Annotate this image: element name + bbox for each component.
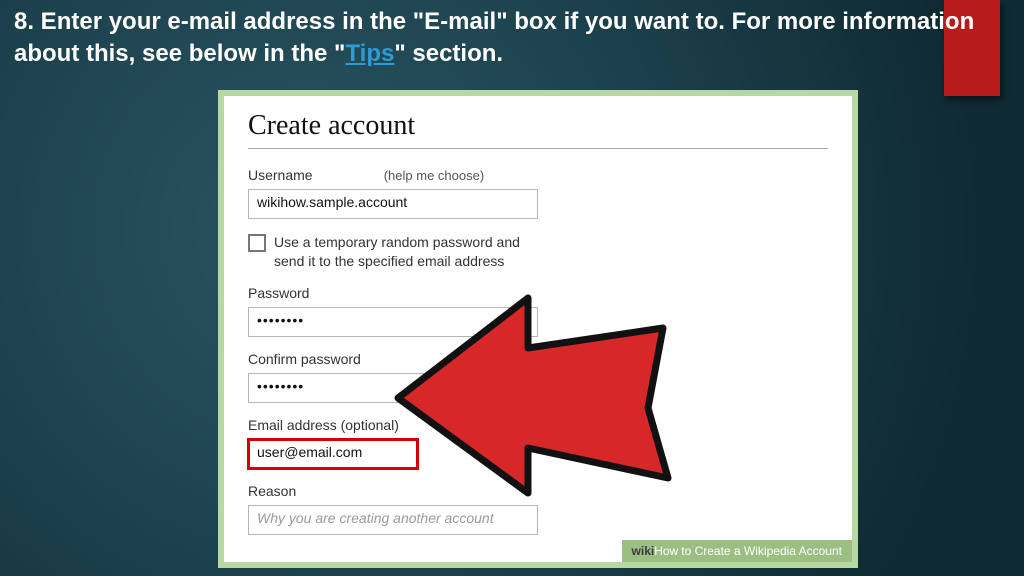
step-instruction: 8. Enter your e-mail address in the "E-m… bbox=[14, 6, 1010, 71]
brand: wikiHow bbox=[632, 544, 679, 558]
confirm-password-row: Confirm password •••••••• bbox=[248, 351, 828, 403]
create-account-form: Create account Username (help me choose)… bbox=[224, 96, 852, 562]
password-label: Password bbox=[248, 285, 309, 301]
instruction-text-suffix: " section. bbox=[394, 40, 503, 67]
confirm-password-label: Confirm password bbox=[248, 351, 361, 367]
tips-link[interactable]: Tips bbox=[345, 40, 394, 67]
email-row: Email address (optional) user@email.com bbox=[248, 417, 828, 469]
username-input[interactable]: wikihow.sample.account bbox=[248, 189, 538, 219]
email-input[interactable]: user@email.com bbox=[248, 439, 418, 469]
temp-password-row[interactable]: Use a temporary random password and send… bbox=[248, 233, 828, 271]
footer-tagline: to Create a Wikipedia Account bbox=[681, 544, 842, 558]
brand-light: How bbox=[654, 544, 678, 558]
reason-label: Reason bbox=[248, 483, 296, 499]
password-input[interactable]: •••••••• bbox=[248, 307, 538, 337]
username-help[interactable]: (help me choose) bbox=[384, 168, 484, 183]
confirm-password-input[interactable]: •••••••• bbox=[248, 373, 538, 403]
temp-password-checkbox[interactable] bbox=[248, 234, 266, 252]
email-label: Email address (optional) bbox=[248, 417, 399, 433]
form-title: Create account bbox=[248, 110, 828, 149]
username-label: Username bbox=[248, 167, 313, 183]
panel-footer: wikiHow to Create a Wikipedia Account bbox=[622, 540, 852, 562]
screenshot-panel: Create account Username (help me choose)… bbox=[218, 90, 858, 568]
password-row: Password •••••••• bbox=[248, 285, 828, 337]
username-row: Username (help me choose) wikihow.sample… bbox=[248, 167, 828, 219]
reason-input[interactable]: Why you are creating another account bbox=[248, 505, 538, 535]
temp-password-label: Use a temporary random password and send… bbox=[274, 233, 554, 271]
reason-row: Reason Why you are creating another acco… bbox=[248, 483, 828, 535]
brand-dark: wiki bbox=[632, 544, 655, 558]
